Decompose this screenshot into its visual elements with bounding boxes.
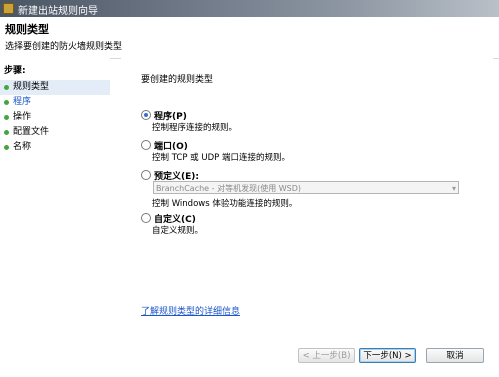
option-description: 控制程序连接的规则。 (152, 123, 238, 133)
rule-type-prompt: 要创建的规则类型 (141, 75, 214, 85)
steps-title: 步骤: (4, 66, 26, 76)
option-description: 控制 Windows 体验功能连接的规则。 (152, 199, 298, 209)
step-label: 操作 (13, 112, 32, 122)
wizard-header: 规则类型 选择要创建的防火墙规则类型 (0, 17, 499, 59)
step-bullet-icon (4, 100, 9, 105)
radio-port[interactable] (141, 140, 151, 150)
predefined-select-value: BranchCache - 对等机发现(使用 WSD) (156, 184, 302, 193)
radio-program[interactable] (141, 110, 151, 120)
radio-predefined[interactable] (141, 170, 151, 180)
step-rule-type[interactable]: 规则类型 (0, 80, 110, 95)
option-description: 控制 TCP 或 UDP 端口连接的规则。 (152, 153, 290, 163)
step-bullet-icon (4, 85, 9, 90)
cancel-button[interactable]: 取消 (426, 348, 484, 363)
firewall-app-icon (3, 3, 14, 14)
chevron-down-icon[interactable]: ▾ (452, 182, 456, 195)
main-panel: 要创建的规则类型 程序(P) 控制程序连接的规则。 端口(O) 控制 TCP 或… (121, 58, 493, 343)
step-bullet-icon (4, 145, 9, 150)
wizard-footer: < 上一步(B) 下一步(N) > 取消 (0, 343, 499, 377)
wizard-window: 新建出站规则向导 规则类型 选择要创建的防火墙规则类型 步骤: 规则类型 程序 … (0, 0, 499, 377)
option-description: 自定义规则。 (152, 226, 204, 236)
step-program[interactable]: 程序 (0, 95, 110, 110)
step-bullet-icon (4, 130, 9, 135)
step-label: 程序 (13, 97, 32, 107)
page-subtitle: 选择要创建的防火墙规则类型 (5, 42, 123, 52)
step-label: 名称 (13, 142, 32, 152)
step-label: 规则类型 (13, 82, 50, 92)
help-link[interactable]: 了解规则类型的详细信息 (141, 304, 240, 317)
step-name[interactable]: 名称 (0, 140, 110, 155)
page-title: 规则类型 (5, 23, 49, 36)
radio-custom[interactable] (141, 213, 151, 223)
title-bar: 新建出站规则向导 (0, 0, 499, 17)
window-title: 新建出站规则向导 (18, 6, 98, 17)
next-button[interactable]: 下一步(N) > (359, 348, 416, 363)
step-profile[interactable]: 配置文件 (0, 125, 110, 140)
steps-panel: 步骤: 规则类型 程序 操作 配置文件 名称 (0, 58, 110, 377)
predefined-select[interactable]: BranchCache - 对等机发现(使用 WSD) ▾ (153, 181, 459, 194)
step-bullet-icon (4, 115, 9, 120)
step-label: 配置文件 (13, 127, 50, 137)
back-button[interactable]: < 上一步(B) (298, 348, 355, 363)
step-action[interactable]: 操作 (0, 110, 110, 125)
